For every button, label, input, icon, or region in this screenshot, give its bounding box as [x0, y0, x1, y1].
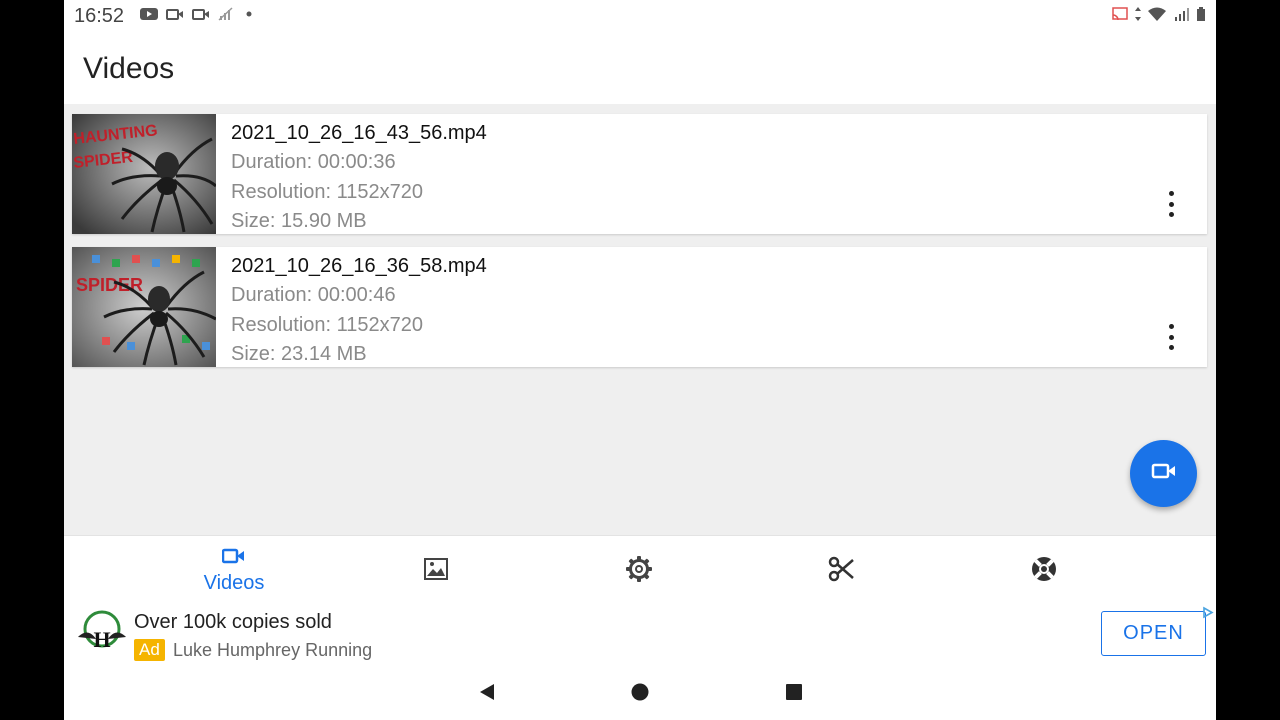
status-left-icons [140, 7, 260, 21]
image-icon [423, 556, 449, 587]
video-file-name: 2021_10_26_16_36_58.mp4 [231, 255, 487, 277]
cast-icon [1112, 7, 1128, 26]
ad-open-button[interactable]: OPEN [1101, 611, 1206, 656]
ad-logo: H [76, 609, 128, 657]
tab-images[interactable] [376, 536, 496, 606]
status-time: 16:52 [74, 5, 125, 27]
video-size: Size: 15.90 MB [231, 210, 367, 232]
settings-gear-icon [625, 555, 653, 588]
ad-badge: Ad [134, 639, 165, 661]
more-options-icon[interactable] [1163, 191, 1179, 217]
video-thumbnail[interactable]: SPIDER [72, 247, 216, 367]
video-icon [166, 7, 183, 21]
battery-icon [1196, 7, 1206, 26]
tab-settings[interactable] [579, 536, 699, 606]
video-info: 2021_10_26_16_36_58.mp4 Duration: 00:00:… [231, 251, 487, 370]
video-duration: Duration: 00:00:46 [231, 284, 396, 306]
youtube-icon [140, 7, 158, 21]
ad-choices-icon[interactable] [1201, 606, 1214, 619]
home-icon[interactable] [630, 682, 650, 707]
record-video-button[interactable] [1130, 440, 1197, 507]
signal-3g-icon [1172, 7, 1190, 26]
video-size: Size: 23.14 MB [231, 343, 367, 365]
video-file-name: 2021_10_26_16_43_56.mp4 [231, 122, 487, 144]
app-screen: 16:52 Videos HAUNTING SPIDER 2021_10_26_… [64, 0, 1216, 720]
video-list-item[interactable]: SPIDER 2021_10_26_16_36_58.mp4 Duration:… [72, 247, 1207, 367]
video-camera-icon [221, 547, 246, 570]
status-bar: 16:52 [64, 0, 1216, 32]
tab-videos-label: Videos [203, 572, 265, 594]
dot-icon [244, 7, 260, 21]
back-icon[interactable] [477, 682, 497, 707]
video-icon [192, 7, 209, 21]
more-options-icon[interactable] [1163, 324, 1179, 350]
tab-help[interactable] [984, 536, 1104, 606]
ad-title: Over 100k copies sold [134, 611, 332, 633]
lifebuoy-icon [1030, 555, 1058, 588]
tab-videos[interactable]: Videos [174, 536, 294, 606]
app-bar: Videos [64, 32, 1216, 104]
video-list: HAUNTING SPIDER 2021_10_26_16_43_56.mp4 … [72, 114, 1207, 380]
scissors-icon [827, 555, 855, 588]
video-resolution: Resolution: 1152x720 [231, 313, 423, 336]
video-info: 2021_10_26_16_43_56.mp4 Duration: 00:00:… [231, 118, 487, 237]
ad-logo-letter: H [93, 627, 110, 652]
signal-off-icon [218, 7, 234, 21]
ad-banner[interactable]: H Over 100k copies sold Ad Luke Humphrey… [64, 605, 1216, 665]
tab-trim[interactable] [781, 536, 901, 606]
data-arrows-icon [1134, 7, 1142, 26]
wifi-icon [1148, 7, 1166, 26]
ad-advertiser: Luke Humphrey Running [173, 640, 373, 660]
recents-icon[interactable] [784, 682, 804, 707]
page-title: Videos [83, 52, 175, 85]
status-right-icons [1112, 7, 1206, 26]
bottom-navigation: Videos [64, 535, 1216, 606]
video-list-item[interactable]: HAUNTING SPIDER 2021_10_26_16_43_56.mp4 … [72, 114, 1207, 234]
video-thumbnail[interactable]: HAUNTING SPIDER [72, 114, 216, 234]
system-navigation-bar [64, 665, 1216, 720]
video-resolution: Resolution: 1152x720 [231, 180, 423, 203]
video-duration: Duration: 00:00:36 [231, 151, 396, 173]
video-camera-icon [1151, 461, 1177, 486]
